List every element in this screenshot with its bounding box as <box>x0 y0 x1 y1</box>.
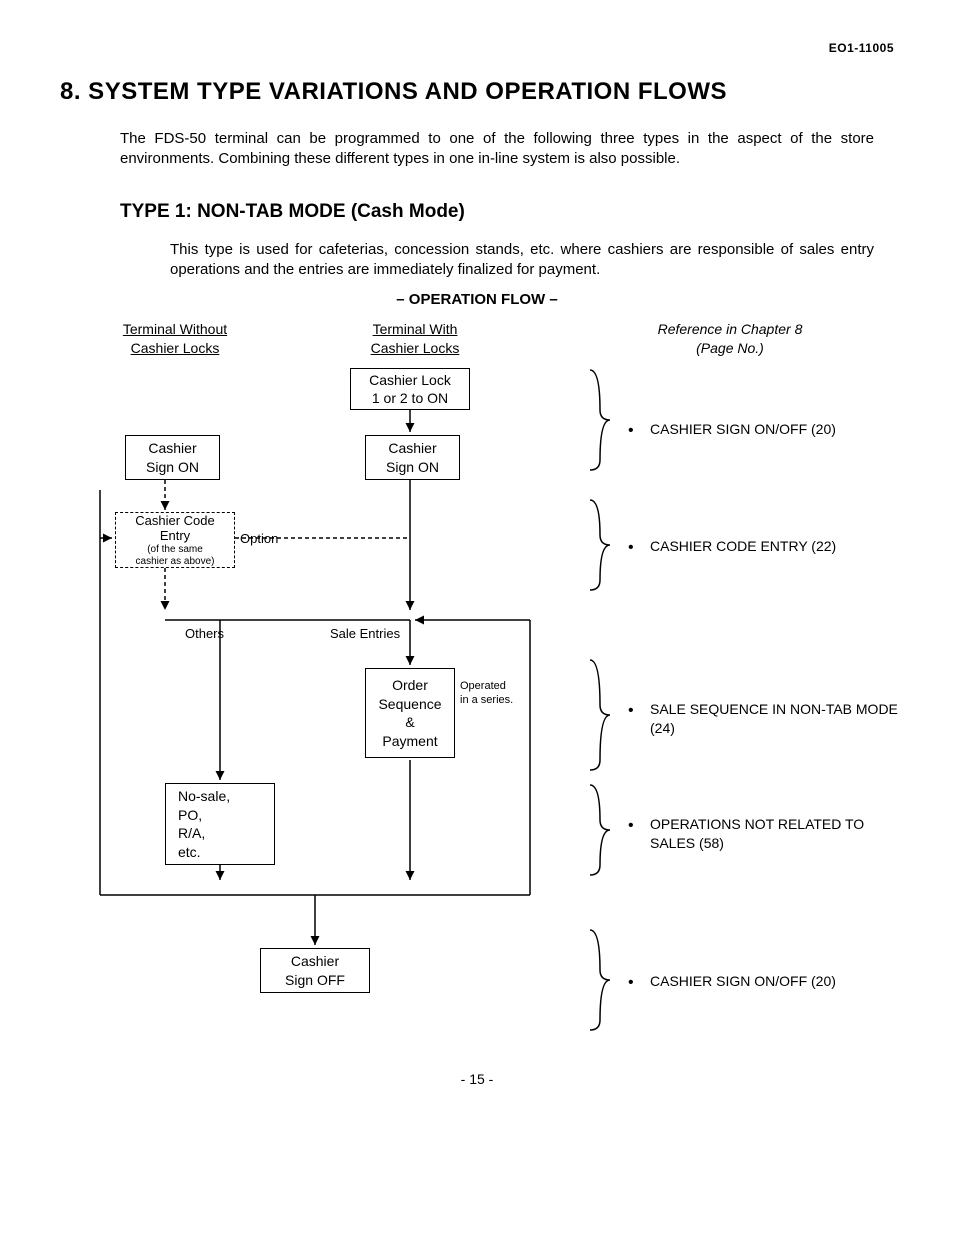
label-sale-entries: Sale Entries <box>330 625 400 643</box>
intro-paragraph: The FDS-50 terminal can be programmed to… <box>120 129 874 170</box>
flow-diagram: Terminal Without Cashier Locks Terminal … <box>70 320 894 1060</box>
operation-flow-label: – OPERATION FLOW – <box>60 290 894 310</box>
doc-id: EO1-11005 <box>60 40 894 56</box>
type1-heading: TYPE 1: NON-TAB MODE (Cash Mode) <box>120 199 894 225</box>
ref-operations: OPERATIONS NOT RELATED TO SALES (58) <box>650 815 900 853</box>
code-entry-main: Cashier Code Entry <box>135 513 215 544</box>
label-others: Others <box>185 625 224 643</box>
ref-code-entry: CASHIER CODE ENTRY (22) <box>650 537 900 556</box>
ref-signon: CASHIER SIGN ON/OFF (20) <box>650 420 900 439</box>
box-cashier-lock: Cashier Lock 1 or 2 to ON <box>350 368 470 410</box>
col-without-locks: Terminal Without Cashier Locks <box>110 320 240 358</box>
label-operated-series: Operated in a series. <box>460 680 513 706</box>
code-entry-sub: (of the same cashier as above) <box>135 544 215 568</box>
type1-description: This type is used for cafeterias, conces… <box>170 240 874 281</box>
box-signon-with: Cashier Sign ON <box>365 435 460 480</box>
label-option: Option <box>240 530 278 548</box>
ref-signoff: CASHIER SIGN ON/OFF (20) <box>650 972 900 991</box>
col-with-locks: Terminal With Cashier Locks <box>350 320 480 358</box>
col-reference: Reference in Chapter 8 (Page No.) <box>630 320 830 358</box>
box-order-sequence: Order Sequence & Payment <box>365 668 455 758</box>
box-nosale: No-sale, PO, R/A, etc. <box>165 783 275 865</box>
page-number: - 15 - <box>60 1070 894 1089</box>
page-heading: 8. SYSTEM TYPE VARIATIONS AND OPERATION … <box>60 76 894 108</box>
box-cashier-code-entry: Cashier Code Entry (of the same cashier … <box>115 512 235 568</box>
box-signoff: Cashier Sign OFF <box>260 948 370 993</box>
ref-sale-sequence: SALE SEQUENCE IN NON-TAB MODE (24) <box>650 700 900 738</box>
box-signon-without: Cashier Sign ON <box>125 435 220 480</box>
